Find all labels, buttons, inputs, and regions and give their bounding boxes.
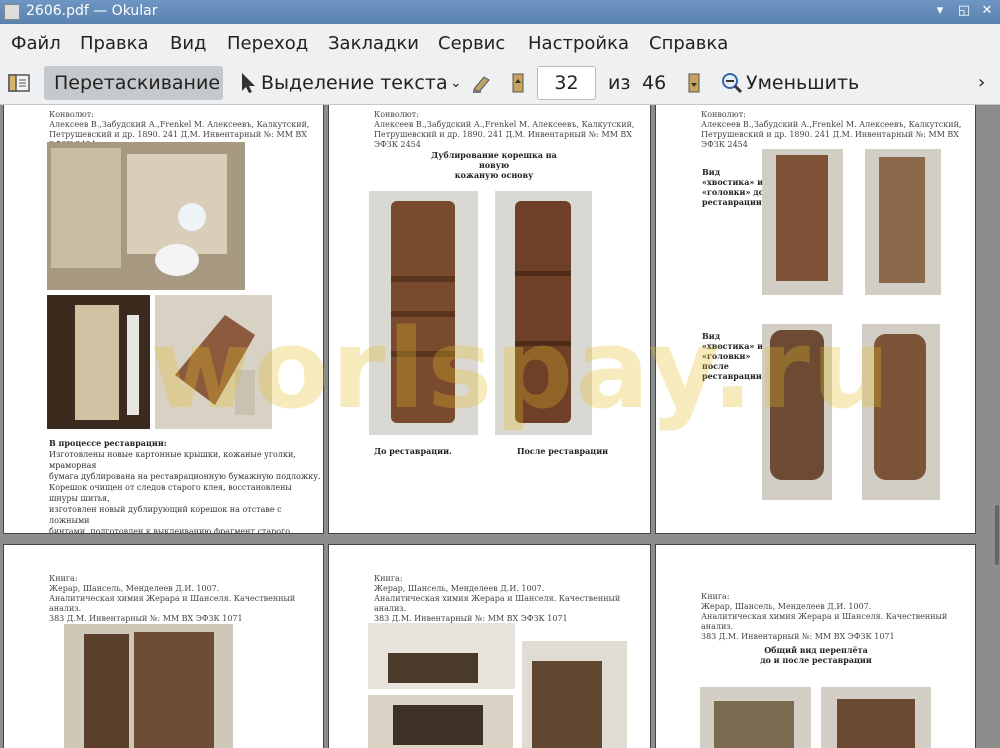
page-number-input[interactable]: 32: [537, 66, 596, 100]
document-viewport[interactable]: Конволют: Алексеев В.,Забудский А.,Frenk…: [0, 105, 1000, 748]
menu-bar: Файл Правка Вид Переход Закладки Сервис …: [0, 24, 1000, 62]
caption-before-restoration: Вид «хвостика» и «головки» до реставраци…: [702, 167, 764, 207]
photo-binding-after: [821, 687, 931, 748]
photo-spine-before: [369, 191, 478, 435]
scrollbar-thumb[interactable]: [995, 505, 999, 565]
window-title: 2606.pdf — Okular: [26, 3, 158, 19]
photo-work-process-2: [522, 641, 627, 748]
page-thumbnail[interactable]: Книга: Жерар, Шансель, Менделеев Д.И. 10…: [3, 544, 324, 748]
photo-work-process-3: [368, 695, 513, 748]
page-header-text: Книга: Жерар, Шансель, Менделеев Д.И. 10…: [374, 574, 621, 623]
caption-before: До реставрации.: [374, 446, 452, 456]
photo-book-cover: [64, 624, 233, 748]
page-thumbnail[interactable]: Конволют: Алексеев В.,Забудский А.,Frenk…: [3, 105, 324, 534]
page-of-label: из: [608, 72, 631, 94]
next-page-icon[interactable]: [682, 71, 706, 95]
photo-head-after: [862, 324, 940, 500]
highlighter-icon[interactable]: [470, 71, 494, 95]
menu-view[interactable]: Вид: [170, 33, 207, 54]
restoration-description: Изготовлены новые картонные крышки, кожа…: [49, 450, 321, 534]
menu-file[interactable]: Файл: [11, 33, 61, 54]
caption-after: После реставрации: [517, 446, 609, 456]
cursor-icon: [242, 73, 255, 93]
drag-mode-label: Перетаскивание: [54, 72, 221, 94]
photo-tail-after: [762, 324, 832, 500]
page-thumbnail[interactable]: Конволют: Алексеев В.,Забудский А.,Frenk…: [328, 105, 651, 534]
caption-after-restoration: Вид «хвостика» и «головки» после реставр…: [702, 331, 764, 381]
caption-in-restoration: В процессе реставрации:: [49, 438, 167, 448]
photo-book-boards: [47, 142, 245, 290]
chevron-down-icon[interactable]: ⌄: [450, 75, 462, 91]
page-thumbnail[interactable]: Книга: Жерар, Шансель, Менделеев Д.И. 10…: [328, 544, 651, 748]
page-title: Дублирование корешка на новую кожаную ос…: [431, 150, 557, 180]
photo-work-process-1: [368, 623, 515, 689]
menu-tools[interactable]: Сервис: [438, 33, 505, 54]
photo-tail-before: [762, 149, 843, 295]
photo-leather-pieces: [155, 295, 272, 429]
close-icon[interactable]: ✕: [978, 3, 996, 18]
vertical-scrollbar[interactable]: [994, 105, 1000, 748]
page-thumbnail[interactable]: Конволют: Алексеев В.,Забудский А.,Frenk…: [655, 105, 976, 534]
sidebar-toggle-icon[interactable]: [7, 71, 31, 95]
drag-mode-button[interactable]: Перетаскивание: [44, 66, 223, 100]
photo-spine-after: [495, 191, 592, 435]
zoom-out-icon[interactable]: [720, 71, 744, 95]
page-thumbnail[interactable]: Книга: Жерар, Шансель, Менделеев Д.И. 10…: [655, 544, 976, 748]
photo-binding-before: [700, 687, 811, 748]
page-total: 46: [642, 72, 667, 94]
page-header-text: Книга: Жерар, Шансель, Менделеев Д.И. 10…: [49, 574, 296, 623]
toolbar-overflow-icon[interactable]: ›: [978, 72, 985, 93]
page-header-text: Книга: Жерар, Шансель, Менделеев Д.И. 10…: [701, 592, 948, 641]
menu-settings[interactable]: Настройка: [528, 33, 629, 54]
previous-page-icon[interactable]: [506, 71, 530, 95]
zoom-out-label[interactable]: Уменьшить: [746, 72, 859, 94]
minimize-icon[interactable]: ▾: [931, 3, 949, 18]
page-header-text: Конволют: Алексеев В.,Забудский А.,Frenk…: [374, 110, 635, 149]
okular-app-icon: [4, 4, 20, 20]
photo-spine-work: [47, 295, 150, 429]
main-toolbar: Перетаскивание Выделение текста ⌄ 32 из …: [0, 62, 1000, 105]
photo-head-before: [865, 149, 941, 295]
text-select-label[interactable]: Выделение текста: [261, 72, 448, 94]
maximize-icon[interactable]: ◱: [955, 3, 973, 18]
menu-help[interactable]: Справка: [649, 33, 728, 54]
page-header-text: Конволют: Алексеев В.,Забудский А.,Frenk…: [701, 110, 962, 149]
menu-bookmarks[interactable]: Закладки: [328, 33, 419, 54]
menu-edit[interactable]: Правка: [80, 33, 149, 54]
page-title: Общий вид переплёта до и после реставрац…: [760, 645, 872, 665]
menu-go[interactable]: Переход: [227, 33, 308, 54]
title-bar: 2606.pdf — Okular ▾ ◱ ✕: [0, 0, 1000, 24]
